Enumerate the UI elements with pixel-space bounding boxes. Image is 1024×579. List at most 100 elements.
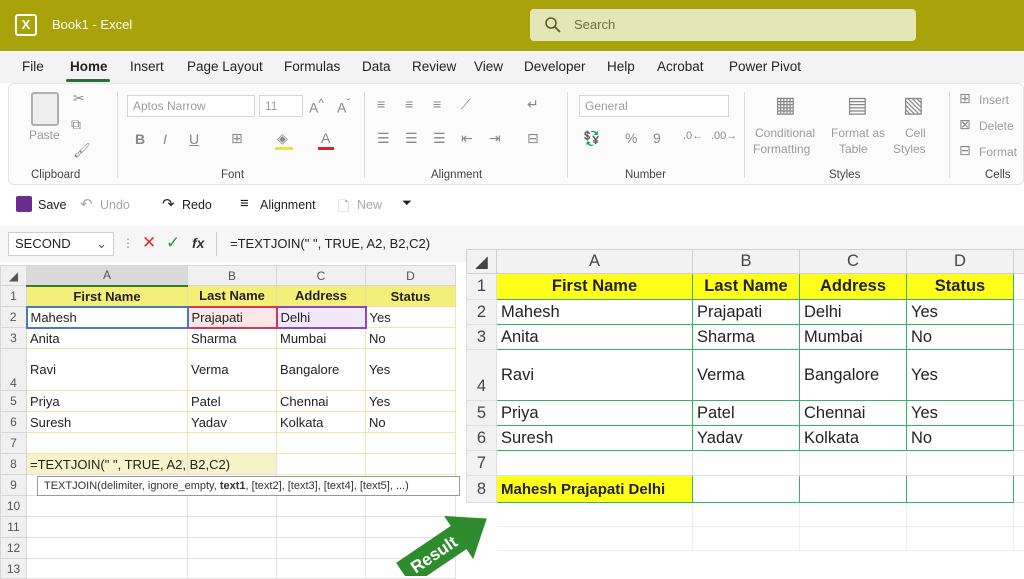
comma-icon[interactable]: 9 (653, 130, 661, 146)
cell[interactable]: Verma (693, 350, 800, 401)
cell[interactable]: Yes (907, 350, 1014, 401)
cell[interactable] (1014, 503, 1024, 527)
undo-button[interactable]: Undo (100, 198, 130, 212)
table-label[interactable]: Table (839, 142, 868, 156)
cell[interactable]: Yes (366, 349, 456, 391)
row-number[interactable]: 8 (1, 454, 27, 475)
cell[interactable]: First Name (27, 286, 188, 307)
row-number[interactable]: 6 (467, 426, 497, 451)
cell[interactable]: Suresh (27, 412, 188, 433)
cell[interactable]: Chennai (277, 391, 366, 412)
fill-color-icon[interactable]: ◈ (277, 130, 288, 147)
cell[interactable] (907, 527, 1014, 551)
delete-cells-icon[interactable]: ⊠ (959, 116, 971, 133)
align-top-icon[interactable]: ≡ (377, 96, 385, 112)
menu-review[interactable]: Review (412, 59, 456, 74)
cell[interactable]: Yes (366, 391, 456, 412)
cell[interactable]: Anita (497, 325, 693, 350)
undo-icon[interactable]: ↶ (80, 195, 93, 213)
cell[interactable] (800, 503, 907, 527)
column-header[interactable]: B (693, 250, 800, 274)
cell[interactable]: Address (277, 286, 366, 307)
bold-icon[interactable]: B (135, 131, 145, 147)
conditional-label[interactable]: Conditional (755, 126, 815, 140)
cell[interactable] (907, 451, 1014, 476)
align-left-icon[interactable]: ☰ (377, 130, 390, 147)
new-button[interactable]: New (357, 198, 382, 212)
paste-button[interactable]: Paste (29, 128, 60, 142)
row-number[interactable]: 7 (467, 451, 497, 476)
align-right-icon[interactable]: ☰ (433, 130, 446, 147)
format-painter-icon[interactable]: 🖌 (73, 142, 91, 159)
cell[interactable] (1014, 401, 1024, 426)
insert-label[interactable]: Insert (979, 93, 1009, 107)
cell[interactable] (1014, 451, 1024, 476)
column-header[interactable]: A (27, 266, 188, 286)
font-size-dropdown[interactable]: 11 (259, 95, 303, 117)
row-number[interactable]: 3 (467, 325, 497, 350)
cell[interactable] (907, 476, 1014, 503)
cell[interactable]: Priya (497, 401, 693, 426)
cell[interactable]: No (907, 426, 1014, 451)
result-cell[interactable]: Mahesh Prajapati Delhi (497, 476, 693, 503)
row-number[interactable]: 1 (1, 286, 27, 307)
row-number[interactable]: 12 (1, 538, 27, 559)
cell[interactable] (277, 517, 366, 538)
row-number[interactable]: 1 (467, 274, 497, 300)
merge-center-icon[interactable]: ⊟ (527, 130, 539, 147)
row-number[interactable]: 2 (467, 300, 497, 325)
cell[interactable]: Priya (27, 391, 188, 412)
cell[interactable]: Mahesh (497, 300, 693, 325)
column-header[interactable]: D (907, 250, 1014, 274)
customize-icon[interactable]: ⏷ (402, 196, 412, 211)
currency-icon[interactable]: 💱 (583, 130, 600, 147)
cell[interactable]: No (907, 325, 1014, 350)
cell[interactable] (1014, 527, 1024, 551)
format-label[interactable]: Format (979, 145, 1017, 159)
cell[interactable] (800, 527, 907, 551)
cell[interactable] (366, 454, 456, 475)
search-input[interactable]: Search (530, 9, 916, 41)
cell[interactable]: Yadav (693, 426, 800, 451)
formatting-label[interactable]: Formatting (753, 142, 810, 156)
column-header[interactable] (1014, 250, 1024, 274)
cell[interactable]: Yes (907, 300, 1014, 325)
cell[interactable] (497, 503, 693, 527)
cell[interactable]: No (366, 328, 456, 349)
row-number[interactable]: 9 (1, 475, 27, 496)
menu-data[interactable]: Data (362, 59, 391, 74)
column-header[interactable]: A (497, 250, 693, 274)
insert-cells-icon[interactable]: ⊞ (959, 90, 971, 107)
row-number[interactable]: 5 (1, 391, 27, 412)
menu-view[interactable]: View (474, 59, 503, 74)
column-header[interactable]: C (800, 250, 907, 274)
cell[interactable] (277, 454, 366, 475)
cell[interactable]: Delhi (277, 307, 366, 328)
menu-formulas[interactable]: Formulas (284, 59, 340, 74)
row-number[interactable]: 3 (1, 328, 27, 349)
cell[interactable] (800, 451, 907, 476)
styles-label[interactable]: Styles (893, 142, 926, 156)
select-all-corner[interactable]: ◢ (467, 250, 497, 274)
cell[interactable] (497, 451, 693, 476)
name-box[interactable]: SECOND⌄ (8, 232, 114, 256)
underline-icon[interactable]: U (189, 131, 199, 147)
row-number[interactable]: 6 (1, 412, 27, 433)
format-as-table-icon[interactable]: ▤ (847, 92, 868, 118)
row-number[interactable]: 5 (467, 401, 497, 426)
cell[interactable] (27, 517, 188, 538)
menu-page-layout[interactable]: Page Layout (187, 59, 263, 74)
cell-label[interactable]: Cell (905, 126, 926, 140)
cell[interactable]: Chennai (800, 401, 907, 426)
cell[interactable] (188, 517, 277, 538)
decrease-font-icon[interactable]: Aˇ (337, 97, 350, 116)
cell[interactable]: Bangalore (800, 350, 907, 401)
cell[interactable] (366, 433, 456, 454)
cell[interactable]: Address (800, 274, 907, 300)
formula-input[interactable]: =TEXTJOIN(" ", TRUE, A2, B2,C2) (230, 236, 430, 251)
menu-file[interactable]: File (22, 59, 44, 74)
cell[interactable] (27, 496, 188, 517)
row-number[interactable]: 11 (1, 517, 27, 538)
cell[interactable]: Mumbai (277, 328, 366, 349)
save-icon[interactable] (16, 196, 32, 212)
